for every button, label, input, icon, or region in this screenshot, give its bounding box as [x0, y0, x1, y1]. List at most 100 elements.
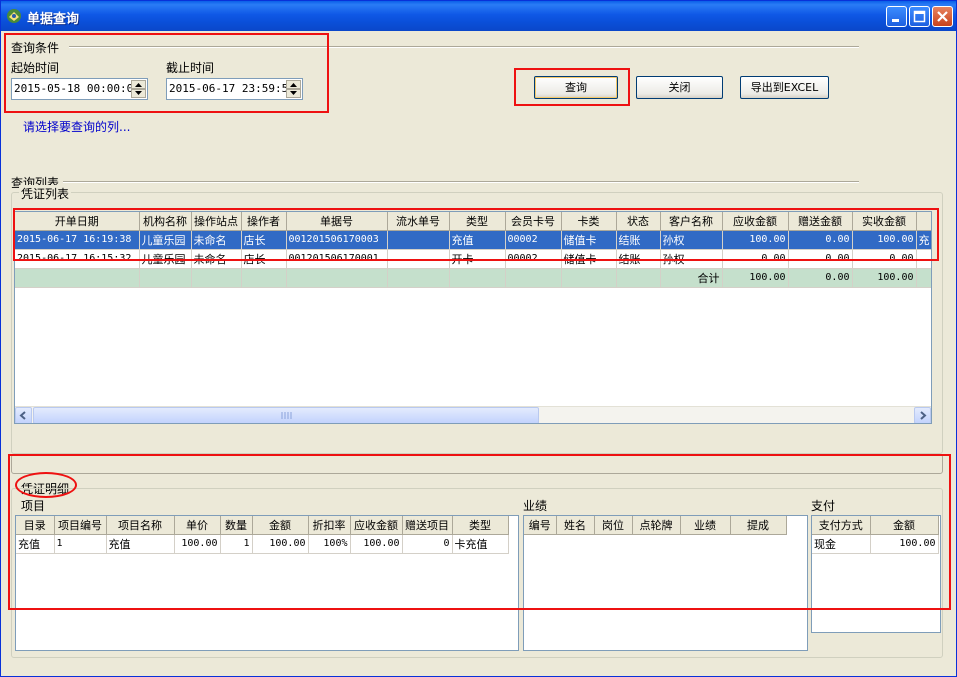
col-header[interactable]: 应收金额 — [350, 516, 403, 535]
cell: 0.00 — [788, 249, 853, 269]
cell: 店长 — [241, 230, 287, 250]
col-header[interactable]: 开单日期 — [15, 212, 140, 231]
col-header[interactable]: 提成 — [730, 516, 787, 535]
col-header[interactable]: 应收金额 — [722, 212, 789, 231]
cell: 充值 — [449, 230, 506, 250]
cell: 结账 — [616, 249, 661, 269]
cell: 未命名 — [191, 249, 242, 269]
cell: 未命名 — [191, 230, 242, 250]
col-header[interactable]: 岗位 — [594, 516, 633, 535]
cell: 儿童乐园 — [139, 249, 192, 269]
cell: 1 — [54, 534, 107, 554]
scroll-thumb[interactable] — [33, 407, 539, 423]
cell: 结账 — [616, 230, 661, 250]
horizontal-scrollbar[interactable] — [15, 406, 931, 423]
col-header[interactable]: 赠送金额 — [788, 212, 853, 231]
spin-up-icon[interactable] — [286, 80, 301, 89]
col-header[interactable]: 实收金额 — [852, 212, 917, 231]
col-header[interactable]: 会员卡号 — [505, 212, 562, 231]
col-header[interactable]: 机构名称 — [139, 212, 192, 231]
select-columns-link[interactable]: 请选择要查询的列... — [23, 118, 130, 135]
voucher-list-grid[interactable]: 开单日期 机构名称 操作站点 操作者 单据号 流水单号 类型 会员卡号 卡类 状… — [14, 211, 932, 424]
close-window-button[interactable] — [932, 6, 953, 27]
total-label: 合计 — [660, 268, 723, 288]
performance-grid[interactable]: 编号 姓名 岗位 点轮牌 业绩 提成 — [523, 515, 808, 651]
voucher-list-header: 开单日期 机构名称 操作站点 操作者 单据号 流水单号 类型 会员卡号 卡类 状… — [15, 212, 931, 231]
table-row[interactable]: 充值 1 充值 100.00 1 100.00 100% 100.00 0 卡充… — [16, 534, 509, 554]
col-header[interactable]: 单据号 — [286, 212, 388, 231]
cell: 储值卡 — [561, 230, 617, 250]
start-time-picker[interactable]: 2015-05-18 00:00:00 — [11, 78, 148, 100]
col-header[interactable]: 支付方式 — [812, 516, 871, 535]
spin-down-icon[interactable] — [131, 89, 146, 98]
col-header[interactable]: 赠送项目 — [402, 516, 453, 535]
cell: 100% — [308, 534, 351, 554]
app-icon — [7, 9, 21, 23]
start-time-value: 2015-05-18 00:00:00 — [14, 82, 140, 95]
query-button[interactable]: 查询 — [534, 76, 618, 99]
col-header[interactable]: 业绩 — [680, 516, 731, 535]
col-header[interactable]: 数量 — [220, 516, 253, 535]
table-row[interactable]: 2015-06-17 16:19:38 儿童乐园 未命名 店长 00120150… — [15, 230, 931, 250]
col-header[interactable]: 类型 — [449, 212, 506, 231]
cell: 充值 — [106, 534, 175, 554]
cell: 现金 — [812, 534, 871, 554]
start-time-spinner[interactable] — [131, 80, 146, 98]
cell — [916, 268, 931, 288]
spin-up-icon[interactable] — [131, 80, 146, 89]
close-button[interactable]: 关闭 — [636, 76, 723, 99]
col-header[interactable]: 类型 — [452, 516, 509, 535]
spin-down-icon[interactable] — [286, 89, 301, 98]
cell: 100.00 — [722, 230, 789, 250]
col-header[interactable]: 单价 — [174, 516, 221, 535]
start-time-label: 起始时间 — [11, 61, 60, 75]
arrow-right-icon — [920, 411, 927, 420]
cell: 2015-06-17 16:15:32 — [15, 249, 140, 269]
cell — [449, 268, 506, 288]
col-header[interactable]: 操作站点 — [191, 212, 242, 231]
cell: 孙权 — [660, 230, 723, 250]
col-header[interactable]: 折扣率 — [308, 516, 351, 535]
cell: 00002 — [505, 230, 562, 250]
query-conditions-divider — [69, 46, 859, 48]
export-excel-button[interactable]: 导出到EXCEL — [740, 76, 829, 99]
col-header[interactable]: 客户名称 — [660, 212, 723, 231]
col-header[interactable]: 点轮牌 — [632, 516, 681, 535]
scroll-left-button[interactable] — [15, 407, 32, 423]
splitter[interactable] — [11, 454, 943, 474]
performance-header: 编号 姓名 岗位 点轮牌 业绩 提成 — [524, 516, 787, 535]
col-header[interactable]: 状态 — [616, 212, 661, 231]
col-header[interactable]: 金额 — [870, 516, 939, 535]
cell: 001201506170001 — [286, 249, 388, 269]
cell: 100.00 — [252, 534, 309, 554]
col-header[interactable]: 项目编号 — [54, 516, 107, 535]
cell: 0.00 — [788, 230, 853, 250]
minimize-icon — [892, 19, 899, 22]
query-list-divider — [63, 181, 859, 183]
end-time-spinner[interactable] — [286, 80, 301, 98]
col-header[interactable] — [916, 212, 931, 231]
col-header[interactable]: 姓名 — [556, 516, 595, 535]
cell: 店长 — [241, 249, 287, 269]
table-row[interactable]: 2015-06-17 16:15:32 儿童乐园 未命名 店长 00120150… — [15, 249, 931, 269]
cell: 充 — [916, 230, 931, 250]
col-header[interactable]: 操作者 — [241, 212, 287, 231]
payment-grid[interactable]: 支付方式 金额 现金 100.00 — [811, 515, 941, 633]
cell: 100.00 — [174, 534, 221, 554]
col-header[interactable]: 项目名称 — [106, 516, 175, 535]
col-header[interactable]: 编号 — [524, 516, 557, 535]
items-grid[interactable]: 目录 项目编号 项目名称 单价 数量 金额 折扣率 应收金额 赠送项目 类型 充… — [15, 515, 519, 651]
cell: 儿童乐园 — [139, 230, 192, 250]
col-header[interactable]: 卡类 — [561, 212, 617, 231]
col-header[interactable]: 流水单号 — [387, 212, 450, 231]
minimize-button[interactable] — [886, 6, 907, 27]
table-row[interactable]: 现金 100.00 — [812, 534, 939, 554]
col-header[interactable]: 金额 — [252, 516, 309, 535]
scroll-right-button[interactable] — [914, 407, 931, 423]
end-time-picker[interactable]: 2015-06-17 23:59:59 — [166, 78, 303, 100]
col-header[interactable]: 目录 — [16, 516, 55, 535]
cell: 100.00 — [870, 534, 939, 554]
cell: 储值卡 — [561, 249, 617, 269]
title-bar[interactable]: 单据查询 — [1, 1, 956, 31]
maximize-button[interactable] — [909, 6, 930, 27]
